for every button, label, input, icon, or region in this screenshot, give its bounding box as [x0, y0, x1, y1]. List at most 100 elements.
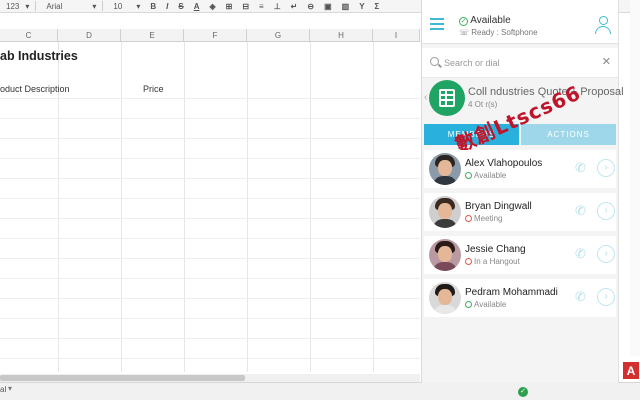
- scrollbar-thumb[interactable]: [0, 375, 245, 381]
- chart-icon[interactable]: ▥: [342, 2, 350, 11]
- status-indicator-icon: [465, 215, 472, 222]
- contact-row[interactable]: Alex Vlahopoulos Available ✆ ›: [424, 150, 616, 188]
- comment-icon[interactable]: ▣: [324, 2, 332, 11]
- contact-name: Jessie Chang: [465, 244, 526, 255]
- filter-icon[interactable]: Y: [359, 2, 364, 11]
- phone-call-icon[interactable]: ✆: [575, 289, 586, 305]
- contact-row[interactable]: Jessie Chang In a Hangout ✆ ›: [424, 236, 616, 274]
- chevron-right-icon[interactable]: ›: [597, 245, 615, 263]
- dialer-panel: ✓ Available ☏ Ready : Softphone ✕ ‹ Coll…: [421, 0, 624, 383]
- chevron-down-icon: ▾: [25, 1, 30, 11]
- grid-line: [0, 218, 420, 219]
- contact-status: In a Hangout: [465, 257, 520, 266]
- vertical-scrollbar[interactable]: [630, 0, 640, 356]
- grid-line: [0, 138, 420, 139]
- status-indicator-icon: [465, 301, 472, 308]
- chevron-right-icon[interactable]: ›: [597, 288, 615, 306]
- phone-device-icon: ☏: [459, 28, 470, 37]
- search-icon: [430, 57, 439, 66]
- phone-call-icon[interactable]: ✆: [575, 160, 586, 176]
- extension-badge-icon[interactable]: A: [622, 361, 640, 380]
- valign-icon[interactable]: ⊥: [274, 2, 281, 11]
- grid-line: [0, 318, 420, 319]
- product-description-header-cell[interactable]: oduct Description: [0, 84, 70, 94]
- avatar: [429, 239, 461, 271]
- hamburger-menu-icon[interactable]: [430, 18, 444, 33]
- contact-row[interactable]: Bryan Dingwall Meeting ✆ ›: [424, 193, 616, 231]
- chevron-down-icon[interactable]: ▾: [8, 384, 12, 393]
- font-family-select[interactable]: Arial: [46, 2, 62, 11]
- merge-icon[interactable]: ⊟: [242, 2, 249, 11]
- grid-line: [0, 158, 420, 159]
- grid-line: [184, 42, 185, 372]
- phone-call-icon[interactable]: ✆: [575, 203, 586, 219]
- google-sheets-icon: [429, 80, 465, 116]
- grid-line: [247, 42, 248, 372]
- grid-line: [0, 358, 420, 359]
- column-header-row: C D E F G H I: [0, 29, 420, 42]
- column-header[interactable]: G: [247, 29, 310, 42]
- phone-call-icon[interactable]: ✆: [575, 246, 586, 262]
- panel-header: ✓ Available ☏ Ready : Softphone: [422, 0, 618, 44]
- link-icon[interactable]: ⊖: [307, 2, 314, 11]
- user-profile-icon[interactable]: [594, 16, 612, 36]
- presence-label: Available: [470, 15, 511, 26]
- contact-status: Meeting: [465, 214, 502, 223]
- close-icon[interactable]: ✕: [602, 55, 611, 68]
- number-format-button[interactable]: 123: [6, 2, 19, 11]
- avatar-shirt: [433, 219, 457, 228]
- avatar-face: [438, 289, 452, 305]
- horizontal-scrollbar[interactable]: [0, 374, 420, 382]
- chevron-down-icon: ▾: [136, 1, 141, 11]
- avatar-shirt: [433, 262, 457, 271]
- column-header[interactable]: I: [373, 29, 420, 42]
- device-label: Ready : Softphone: [471, 28, 538, 37]
- avatar-face: [438, 246, 452, 262]
- column-header[interactable]: C: [0, 29, 58, 42]
- column-header[interactable]: H: [310, 29, 373, 42]
- contact-row[interactable]: Pedram Mohammadi Available ✆ ›: [424, 279, 616, 317]
- column-header[interactable]: E: [121, 29, 184, 42]
- avatar-shirt: [433, 176, 457, 185]
- grid-line: [310, 42, 311, 372]
- grid-line: [0, 278, 420, 279]
- price-header-cell[interactable]: Price: [143, 84, 164, 94]
- grid-line: [0, 118, 420, 119]
- align-icon[interactable]: ≡: [259, 2, 264, 11]
- grid-line: [0, 238, 420, 239]
- contact-name: Bryan Dingwall: [465, 201, 532, 212]
- contact-status: Available: [465, 171, 506, 180]
- fill-color-icon[interactable]: ◈: [209, 2, 215, 11]
- device-status: ☏ Ready : Softphone: [459, 28, 538, 37]
- status-indicator-icon: [465, 172, 472, 179]
- contact-status: Available: [465, 300, 506, 309]
- strikethrough-button[interactable]: S: [178, 2, 183, 11]
- avatar: [429, 153, 461, 185]
- chevron-right-icon[interactable]: ›: [597, 159, 615, 177]
- search-input[interactable]: [444, 54, 594, 72]
- column-header[interactable]: D: [58, 29, 121, 42]
- contact-name: Alex Vlahopoulos: [465, 158, 543, 169]
- toolbar-divider: [35, 1, 37, 11]
- bold-button[interactable]: B: [150, 2, 156, 11]
- grid-line: [0, 98, 420, 99]
- tab-actions[interactable]: ACTIONS: [521, 124, 616, 145]
- grid-line: [121, 42, 122, 372]
- sheet-title-cell[interactable]: ab Industries: [0, 49, 78, 63]
- presence-status[interactable]: ✓ Available: [459, 15, 511, 26]
- text-color-button[interactable]: A: [194, 2, 200, 11]
- saved-check-icon: ✓: [518, 387, 528, 397]
- sheet-tab-bar: al ▾ ✓: [0, 382, 640, 400]
- grid-line: [373, 42, 374, 372]
- chevron-left-icon[interactable]: ‹: [424, 92, 427, 103]
- wrap-icon[interactable]: ↵: [291, 2, 298, 11]
- sheet-tab[interactable]: al: [0, 385, 6, 394]
- grid-line: [0, 338, 420, 339]
- contact-list: Alex Vlahopoulos Available ✆ › Bryan Din…: [422, 150, 618, 317]
- italic-button[interactable]: I: [166, 2, 168, 11]
- functions-icon[interactable]: Σ: [375, 2, 380, 11]
- font-size-select[interactable]: 10: [113, 2, 122, 11]
- column-header[interactable]: F: [184, 29, 247, 42]
- chevron-right-icon[interactable]: ›: [597, 202, 615, 220]
- borders-icon[interactable]: ⊞: [226, 2, 233, 11]
